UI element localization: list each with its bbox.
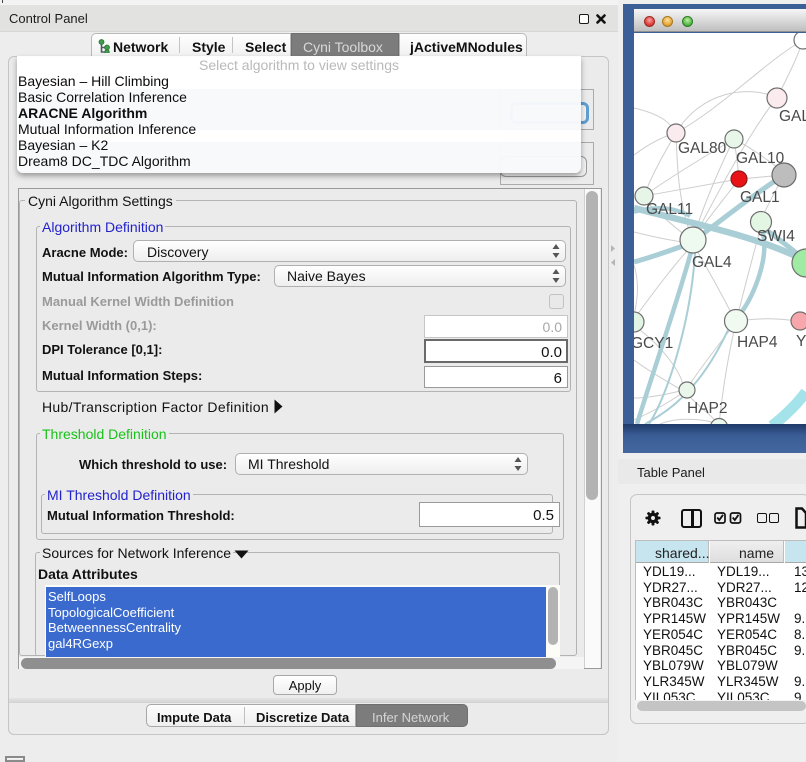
svg-text:GAL11: GAL11 [646,201,693,218]
svg-text:Y: Y [796,333,806,350]
svg-text:GAL10: GAL10 [736,150,785,167]
svg-text:HAP2: HAP2 [687,400,728,417]
svg-text:HAP4: HAP4 [737,334,778,351]
svg-text:GCY1: GCY1 [634,335,673,352]
svg-text:GAL80: GAL80 [678,140,727,157]
svg-text:SWI4: SWI4 [757,228,795,245]
svg-text:GAL: GAL [779,108,806,125]
svg-text:GAL1: GAL1 [740,189,780,206]
svg-text:GAL4: GAL4 [692,254,732,271]
